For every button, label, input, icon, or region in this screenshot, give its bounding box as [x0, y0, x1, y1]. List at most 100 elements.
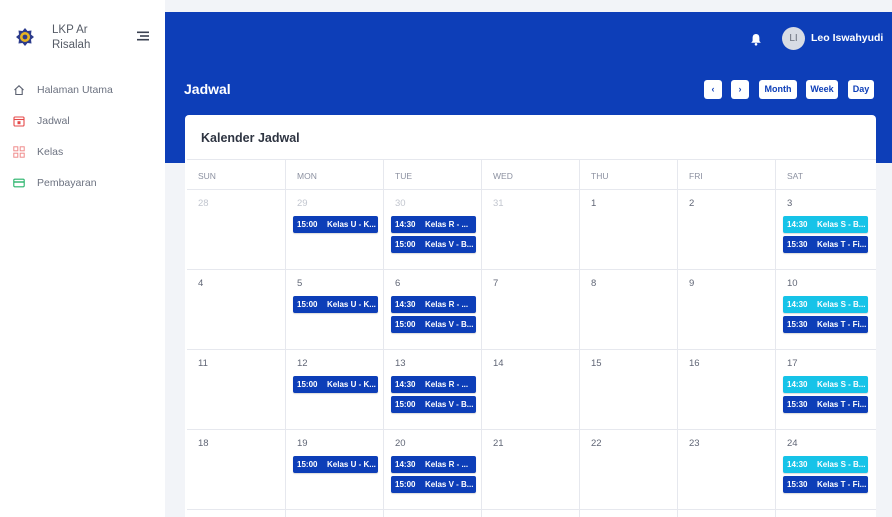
calendar-event[interactable]: 14:30 Kelas S - B... [783, 456, 868, 473]
calendar-event[interactable]: 15:30 Kelas T - Fi... [783, 476, 868, 493]
calendar-event[interactable]: 15:00 Kelas V - B... [391, 316, 476, 333]
sidebar-item-kelas[interactable]: Kelas [0, 142, 165, 164]
calendar-day-cell[interactable]: 5 15:00 Kelas U - K... [285, 269, 383, 349]
calendar-event[interactable]: 15:30 Kelas T - Fi... [783, 316, 868, 333]
calendar-day-cell[interactable] [579, 509, 677, 517]
calendar-day-cell[interactable] [383, 509, 481, 517]
calendar-day-cell[interactable]: 15 [579, 349, 677, 429]
calendar-event[interactable]: 14:30 Kelas S - B... [783, 296, 868, 313]
calendar-day-cell[interactable]: 4 [187, 269, 285, 349]
calendar-day-cell[interactable]: 10 14:30 Kelas S - B... 15:30 Kelas T - Fi..… [775, 269, 876, 349]
day-number: 8 [591, 278, 597, 289]
calendar-day-cell[interactable]: 18 [187, 429, 285, 509]
event-title: Kelas S - B... [817, 220, 866, 229]
calendar-day-cell[interactable]: 22 [579, 429, 677, 509]
sidebar-item-label: Jadwal [37, 115, 70, 127]
calendar-day-cell[interactable]: 9 [677, 269, 775, 349]
calendar-day-cell[interactable]: 8 [579, 269, 677, 349]
week-view-button[interactable]: Week [806, 80, 838, 99]
event-title: Kelas U - K... [327, 460, 376, 469]
calendar-day-cell[interactable]: 31 [481, 189, 579, 269]
event-time: 15:30 [787, 240, 808, 249]
calendar-day-cell[interactable]: 2 [677, 189, 775, 269]
calendar-event[interactable]: 15:00 Kelas U - K... [293, 376, 378, 393]
event-time: 15:30 [787, 320, 808, 329]
next-button[interactable]: › [731, 80, 749, 99]
calendar-day-cell[interactable]: 13 14:30 Kelas R - ... 15:00 Kelas V - B... [383, 349, 481, 429]
calendar-day-cell[interactable]: 6 14:30 Kelas R - ... 15:00 Kelas V - B... [383, 269, 481, 349]
event-time: 14:30 [787, 300, 808, 309]
day-number: 16 [689, 358, 700, 369]
calendar-day-cell[interactable]: 28 [187, 189, 285, 269]
calendar-day-cell[interactable] [677, 509, 775, 517]
calendar-day-cell[interactable]: 11 [187, 349, 285, 429]
calendar-event[interactable]: 14:30 Kelas R - ... [391, 216, 476, 233]
weekday-header: WED [481, 160, 579, 189]
calendar-event[interactable]: 15:00 Kelas V - B... [391, 396, 476, 413]
calendar-event[interactable]: 15:00 Kelas V - B... [391, 476, 476, 493]
calendar-day-cell[interactable]: 23 [677, 429, 775, 509]
calendar-day-cell[interactable]: 12 15:00 Kelas U - K... [285, 349, 383, 429]
calendar-title: Kalender Jadwal [201, 131, 300, 145]
event-time: 14:30 [395, 380, 416, 389]
event-title: Kelas R - ... [425, 220, 469, 229]
event-title: Kelas V - B... [425, 400, 474, 409]
sidebar-item-label: Halaman Utama [37, 84, 113, 96]
calendar-event[interactable]: 14:30 Kelas R - ... [391, 296, 476, 313]
calendar-event[interactable]: 15:00 Kelas V - B... [391, 236, 476, 253]
calendar-day-cell[interactable]: 17 14:30 Kelas S - B... 15:30 Kelas T - Fi..… [775, 349, 876, 429]
event-title: Kelas V - B... [425, 320, 474, 329]
day-number: 17 [787, 358, 798, 369]
calendar-grid: SUN MON TUE WED THU FRI SAT 28 29 15:00 Kelas U - … [187, 159, 876, 517]
sidebar-item-pembayaran[interactable]: Pembayaran [0, 173, 165, 195]
calendar-day-cell[interactable]: 14 [481, 349, 579, 429]
calendar-event[interactable]: 15:30 Kelas T - Fi... [783, 396, 868, 413]
calendar-day-cell[interactable]: 21 [481, 429, 579, 509]
event-title: Kelas R - ... [425, 380, 469, 389]
calendar-event[interactable]: 14:30 Kelas S - B... [783, 376, 868, 393]
calendar-day-cell[interactable]: 20 14:30 Kelas R - ... 15:00 Kelas V - B... [383, 429, 481, 509]
calendar-event[interactable]: 14:30 Kelas R - ... [391, 376, 476, 393]
day-number: 14 [493, 358, 504, 369]
day-number: 20 [395, 438, 406, 449]
calendar-day-cell[interactable] [187, 509, 285, 517]
calendar-day-cell[interactable]: 29 15:00 Kelas U - K... [285, 189, 383, 269]
calendar-event[interactable]: 15:00 Kelas U - K... [293, 456, 378, 473]
sidebar-item-jadwal[interactable]: Jadwal [0, 111, 165, 133]
logo-icon [16, 28, 34, 46]
event-time: 15:00 [395, 400, 416, 409]
calendar-event[interactable]: 14:30 Kelas R - ... [391, 456, 476, 473]
calendar-day-cell[interactable]: 7 [481, 269, 579, 349]
calendar-event[interactable]: 15:00 Kelas U - K... [293, 296, 378, 313]
event-time: 15:00 [395, 240, 416, 249]
calendar-event[interactable]: 15:30 Kelas T - Fi... [783, 236, 868, 253]
brand[interactable]: LKP Ar Risalah [0, 0, 165, 62]
day-view-button[interactable]: Day [848, 80, 874, 99]
calendar-day-cell[interactable]: 3 14:30 Kelas S - B... 15:30 Kelas T - Fi... [775, 189, 876, 269]
event-title: Kelas T - Fi... [817, 400, 867, 409]
prev-button[interactable]: ‹ [704, 80, 722, 99]
day-number: 24 [787, 438, 798, 449]
calendar-day-cell[interactable] [285, 509, 383, 517]
calendar-day-cell[interactable]: 30 14:30 Kelas R - ... 15:00 Kelas V - B... [383, 189, 481, 269]
calendar-day-cell[interactable] [481, 509, 579, 517]
calendar-event[interactable]: 14:30 Kelas S - B... [783, 216, 868, 233]
event-time: 14:30 [787, 380, 808, 389]
calendar-day-cell[interactable]: 16 [677, 349, 775, 429]
sidebar-item-halaman-utama[interactable]: Halaman Utama [0, 80, 165, 102]
event-time: 14:30 [787, 220, 808, 229]
calendar-event[interactable]: 15:00 Kelas U - K... [293, 216, 378, 233]
menu-toggle-icon[interactable] [137, 30, 149, 42]
bell-icon[interactable] [750, 33, 762, 46]
day-number: 7 [493, 278, 499, 289]
event-title: Kelas V - B... [425, 240, 474, 249]
event-time: 15:00 [297, 380, 318, 389]
day-number: 6 [395, 278, 401, 289]
calendar-day-cell[interactable]: 1 [579, 189, 677, 269]
month-view-button[interactable]: Month [759, 80, 797, 99]
day-number: 28 [198, 198, 209, 209]
calendar-day-cell[interactable]: 19 15:00 Kelas U - K... [285, 429, 383, 509]
event-time: 15:00 [297, 300, 318, 309]
calendar-day-cell[interactable]: 24 14:30 Kelas S - B... 15:30 Kelas T - Fi..… [775, 429, 876, 509]
calendar-day-cell[interactable] [775, 509, 876, 517]
